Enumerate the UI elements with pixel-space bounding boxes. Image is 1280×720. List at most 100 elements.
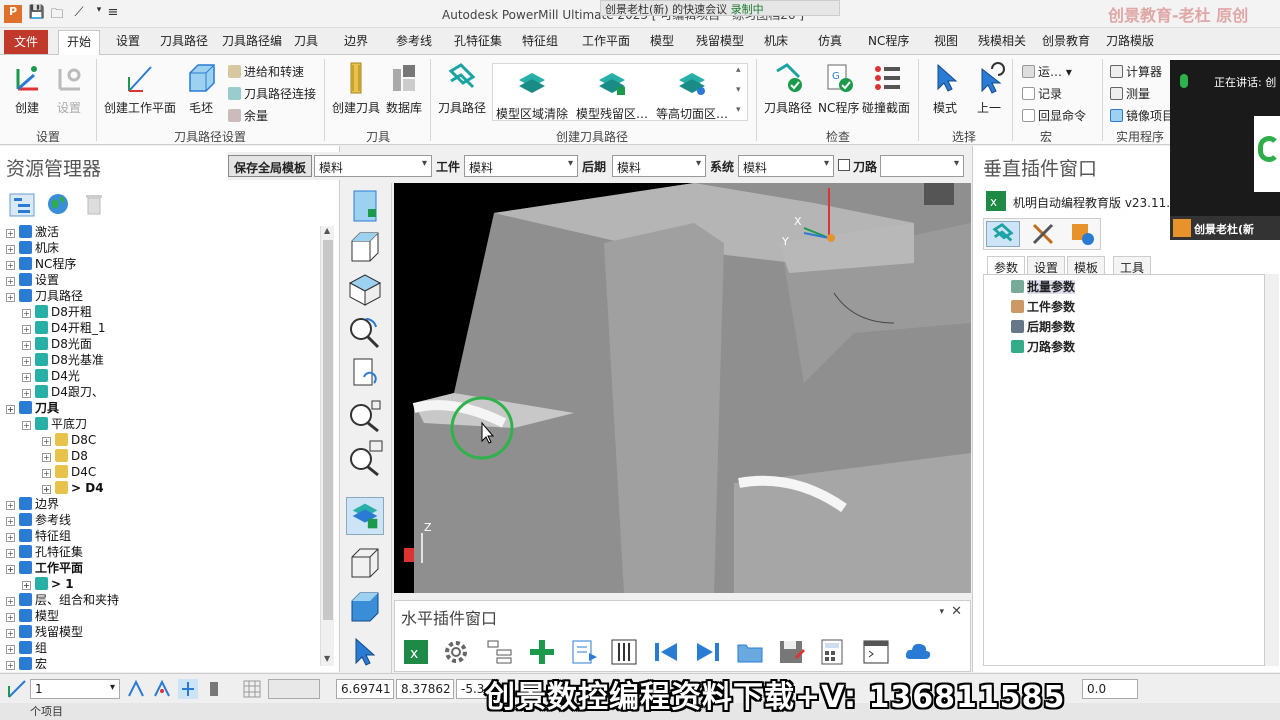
view-iso-icon[interactable]: [346, 229, 384, 267]
expand-icon[interactable]: +: [22, 341, 31, 350]
scrollbar-thumb[interactable]: [323, 240, 333, 620]
tree-item[interactable]: + 残留模型: [6, 624, 83, 640]
tree-view-icon[interactable]: [8, 192, 36, 218]
gear-icon[interactable]: [441, 637, 471, 667]
sliders-icon[interactable]: [609, 637, 639, 667]
coord-y-field[interactable]: 8.37862: [396, 679, 454, 699]
tree-item[interactable]: + D8C: [42, 432, 96, 448]
tab-3[interactable]: 刀具路径: [160, 32, 208, 52]
shaded-cube-icon[interactable]: [346, 589, 384, 627]
tab-2[interactable]: 设置: [116, 32, 140, 52]
tab-1[interactable]: 开始: [58, 30, 101, 56]
expand-icon[interactable]: +: [6, 277, 15, 286]
tree-item[interactable]: + D8: [42, 448, 88, 464]
create-button[interactable]: 创建: [10, 61, 44, 116]
tab-5[interactable]: 刀具: [294, 32, 318, 52]
expand-icon[interactable]: +: [6, 229, 15, 238]
macro-run-button[interactable]: 运… ▾: [1022, 63, 1072, 80]
tree-item[interactable]: + D4C: [42, 464, 96, 480]
panel-menu-icon[interactable]: ▾: [939, 607, 944, 617]
expand-icon[interactable]: +: [22, 389, 31, 398]
tree-item[interactable]: + 机床: [6, 240, 59, 256]
thickness-button[interactable]: 余量: [228, 107, 268, 124]
tree-item[interactable]: + 参考线: [6, 512, 71, 528]
console-window-icon[interactable]: [861, 637, 891, 667]
tolerance-field[interactable]: 0.0: [1082, 679, 1138, 699]
grid-snap-icon[interactable]: [152, 679, 172, 699]
expand-icon[interactable]: +: [6, 629, 15, 638]
tree-item[interactable]: + 设置: [6, 272, 59, 288]
expand-icon[interactable]: +: [6, 645, 15, 654]
toolpath-select[interactable]: ▾: [880, 155, 964, 177]
expand-icon[interactable]: +: [6, 517, 15, 526]
meeting-banner[interactable]: 创景老杜(新) 的快速会议 录制中: [600, 0, 840, 16]
tab-17[interactable]: 残模相关: [978, 32, 1026, 52]
post-select[interactable]: 模料 ▾: [612, 155, 706, 177]
collision-section-button[interactable]: 碰撞截面: [862, 61, 910, 116]
tab-7[interactable]: 参考线: [396, 32, 432, 52]
open-folder-icon[interactable]: [735, 637, 765, 667]
template-select[interactable]: 模料 ▾: [314, 155, 432, 177]
tree-item[interactable]: + > D4: [42, 480, 104, 496]
settings-tab-icon[interactable]: [1066, 221, 1100, 247]
tree-item[interactable]: + D4光: [22, 368, 80, 384]
tab-14[interactable]: 仿真: [818, 32, 842, 52]
globe-icon[interactable]: [46, 192, 70, 216]
tree-item[interactable]: + 刀具: [6, 400, 59, 416]
plugin-item[interactable]: 工件参数: [1011, 298, 1075, 315]
view-front-icon[interactable]: [346, 187, 384, 225]
snap-icon[interactable]: [126, 679, 146, 699]
expand-icon[interactable]: +: [6, 613, 15, 622]
tree-item[interactable]: + D4跟刀、: [22, 384, 104, 400]
tab-15[interactable]: NC程序: [868, 32, 909, 52]
tab-6[interactable]: 边界: [344, 32, 368, 52]
expand-icon[interactable]: +: [22, 581, 31, 590]
zoom-extents-icon[interactable]: [346, 397, 384, 435]
expand-icon[interactable]: +: [22, 309, 31, 318]
expand-icon[interactable]: +: [6, 565, 15, 574]
expand-icon[interactable]: +: [6, 661, 15, 670]
macro-record-button[interactable]: 记录: [1022, 85, 1062, 102]
workpiece-select[interactable]: 模料 ▾: [464, 155, 578, 177]
select-previous-button[interactable]: 上一: [972, 61, 1006, 116]
skip-first-icon[interactable]: [651, 637, 681, 667]
tree-item[interactable]: + D4开粗_1: [22, 320, 106, 336]
pointer-snap-icon[interactable]: [178, 679, 198, 699]
tab-0[interactable]: 文件: [4, 30, 49, 54]
tree-item[interactable]: + 平底刀: [22, 416, 87, 432]
plugin-scrollbar[interactable]: [1265, 274, 1279, 666]
tab-8[interactable]: 孔特征集: [454, 32, 502, 52]
tree-item[interactable]: + 激活: [6, 224, 59, 240]
tree-item[interactable]: + 边界: [6, 496, 59, 512]
tab-13[interactable]: 机床: [764, 32, 788, 52]
expand-icon[interactable]: +: [6, 597, 15, 606]
save-icon[interactable]: 💾: [28, 5, 46, 23]
expand-icon[interactable]: +: [6, 533, 15, 542]
expand-icon[interactable]: +: [42, 437, 51, 446]
expand-icon[interactable]: +: [6, 405, 15, 414]
model-area-clearance-button[interactable]: 模型区域清除: [496, 67, 568, 122]
toolpath-tab-icon[interactable]: [986, 221, 1020, 247]
open-folder-icon[interactable]: 🗀: [48, 5, 66, 23]
document-export-icon[interactable]: [569, 637, 599, 667]
expand-icon[interactable]: +: [22, 357, 31, 366]
scroll-up-icon[interactable]: ▲: [324, 226, 330, 235]
toolpath-button[interactable]: 刀具路径: [438, 61, 486, 116]
scroll-down-icon[interactable]: ▼: [324, 654, 330, 663]
tree-item[interactable]: + 刀具路径: [6, 288, 83, 304]
tab-18[interactable]: 创景教育: [1042, 32, 1090, 52]
block-button[interactable]: 毛坯: [184, 61, 218, 116]
tree-list-icon[interactable]: [485, 637, 515, 667]
cloud-icon[interactable]: [903, 637, 933, 667]
explorer-scrollbar[interactable]: ▲ ▼: [320, 226, 334, 666]
zoom-refresh-icon[interactable]: [346, 313, 384, 351]
plugin-item[interactable]: 刀路参数: [1011, 338, 1075, 355]
tree-item[interactable]: + 层、组合和夹持: [6, 592, 119, 608]
create-workplane-button[interactable]: 创建工作平面: [104, 61, 176, 116]
tab-4[interactable]: 刀具路径编: [222, 32, 282, 52]
tree-item[interactable]: + NC程序: [6, 256, 76, 272]
tools-tab-icon[interactable]: [1026, 221, 1060, 247]
expand-icon[interactable]: +: [6, 549, 15, 558]
tree-item[interactable]: + 孔特征集: [6, 544, 83, 560]
3d-viewport[interactable]: X Y Z: [394, 183, 971, 593]
